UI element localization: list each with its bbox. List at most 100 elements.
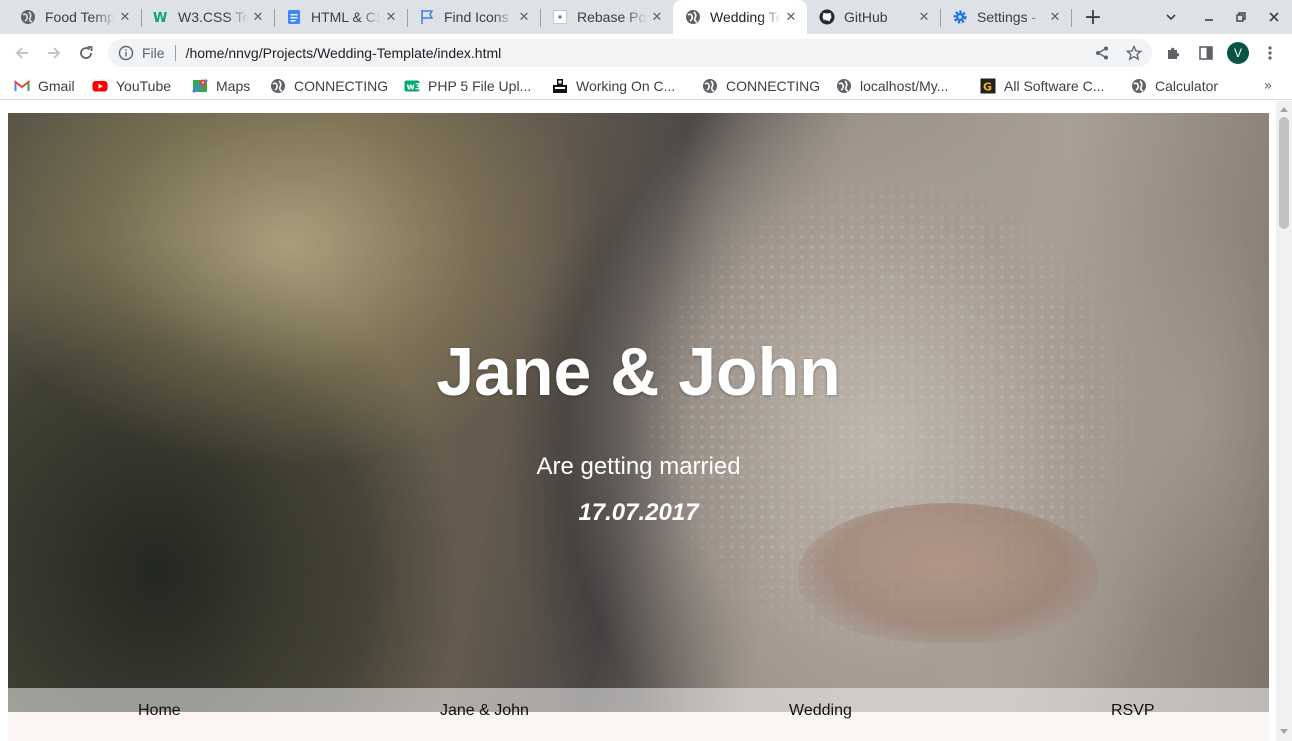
close-icon[interactable]: ✕	[1045, 7, 1065, 27]
bookmark-star-icon[interactable]	[1124, 43, 1144, 63]
bookmark-label: PHP 5 File Upl...	[428, 78, 532, 94]
bookmark-working-on[interactable]: Working On C...	[552, 76, 675, 96]
page-viewport: Jane & John Are getting married 17.07.20…	[0, 101, 1276, 741]
bookmark-label: Gmail	[38, 78, 75, 94]
address-bar[interactable]: File /home/nnvg/Projects/Wedding-Templat…	[108, 39, 1152, 67]
hero-subtitle: Are getting married	[536, 453, 741, 480]
scrollbar-thumb[interactable]	[1279, 117, 1289, 229]
side-panel-icon[interactable]	[1192, 39, 1220, 67]
globe-icon	[702, 78, 718, 94]
hero-title: Jane & John	[436, 334, 841, 410]
restore-icon[interactable]	[1229, 5, 1253, 29]
gmail-icon	[14, 78, 30, 94]
browser-toolbar: File /home/nnvg/Projects/Wedding-Templat…	[0, 34, 1292, 72]
navbar-lower-band	[8, 712, 1269, 741]
tab-rebase[interactable]: Rebase Posts ✕	[540, 0, 673, 34]
globe-icon	[685, 9, 701, 25]
extensions-puzzle-icon[interactable]	[1160, 39, 1188, 67]
page-icon	[552, 78, 568, 94]
nav-link-rsvp[interactable]: RSVP	[1111, 702, 1155, 720]
close-window-icon[interactable]	[1262, 5, 1286, 29]
tab-title: Settings -	[977, 9, 1037, 25]
globe-icon	[270, 78, 286, 94]
close-icon[interactable]: ✕	[248, 7, 268, 27]
w3schools-icon: w3	[404, 78, 420, 94]
tab-settings[interactable]: Settings - ✕	[940, 0, 1072, 34]
globe-icon	[20, 9, 36, 25]
bookmarks-overflow-button[interactable]: »	[1258, 76, 1278, 96]
close-icon[interactable]: ✕	[647, 7, 667, 27]
scroll-down-arrow-icon[interactable]	[1280, 729, 1288, 734]
w3schools-icon: W	[153, 9, 169, 25]
nav-link-home[interactable]: Home	[138, 702, 181, 720]
page-scrollbar[interactable]	[1276, 101, 1292, 741]
tab-separator	[1071, 9, 1072, 27]
tab-food-template[interactable]: Food Template ✕	[8, 0, 142, 34]
flag-icon	[419, 9, 435, 25]
bookmark-label: Maps	[216, 78, 251, 94]
bookmark-connecting-2[interactable]: CONNECTING	[702, 76, 820, 96]
maps-icon	[192, 78, 208, 94]
hero-date: 17.07.2017	[578, 499, 699, 526]
globe-icon	[836, 78, 852, 94]
minimize-icon[interactable]	[1197, 5, 1221, 29]
tab-html-css[interactable]: HTML & CSS ✕	[274, 0, 408, 34]
close-icon[interactable]: ✕	[381, 7, 401, 27]
page-icon	[552, 9, 568, 25]
reload-icon[interactable]	[72, 39, 100, 67]
close-icon[interactable]: ✕	[514, 7, 534, 27]
bookmark-localhost[interactable]: localhost/My...	[836, 76, 948, 96]
bookmark-maps[interactable]: Maps	[192, 76, 250, 96]
bookmark-youtube[interactable]: YouTube	[92, 76, 171, 96]
tab-find-icons[interactable]: Find Icons ✕	[407, 0, 541, 34]
back-arrow-icon[interactable]	[8, 39, 36, 67]
youtube-icon	[92, 78, 108, 94]
url-text[interactable]: /home/nnvg/Projects/Wedding-Template/ind…	[186, 45, 502, 61]
nav-link-jane-john[interactable]: Jane & John	[440, 702, 529, 720]
g-icon: G	[980, 78, 996, 94]
tab-wedding-template[interactable]: Wedding Template ✕	[673, 0, 807, 34]
bookmark-connecting-1[interactable]: CONNECTING	[270, 76, 388, 96]
bookmark-gmail[interactable]: Gmail	[14, 76, 75, 96]
bookmark-label: Calculator	[1155, 78, 1219, 94]
gear-icon	[952, 9, 968, 25]
svg-text:W: W	[153, 11, 167, 25]
tab-strip: Food Template ✕ W W3.CSS Templates ✕ HTM…	[0, 0, 1292, 34]
tab-w3css[interactable]: W W3.CSS Templates ✕	[141, 0, 275, 34]
tab-title: W3.CSS Templates	[178, 9, 248, 25]
tab-title: Wedding Template	[710, 9, 781, 25]
github-icon	[819, 9, 835, 25]
share-icon[interactable]	[1092, 43, 1112, 63]
close-icon[interactable]: ✕	[914, 7, 934, 27]
tab-title: Rebase Posts	[577, 9, 647, 25]
tab-search-chevron-icon[interactable]	[1159, 5, 1183, 29]
hero-section: Jane & John Are getting married 17.07.20…	[8, 113, 1269, 713]
globe-icon	[1131, 78, 1147, 94]
tab-title: Find Icons	[444, 9, 509, 25]
close-icon[interactable]: ✕	[781, 7, 801, 27]
new-tab-button[interactable]: +	[1081, 5, 1105, 30]
tab-title: GitHub	[844, 9, 888, 25]
tab-title: Food Template	[45, 9, 115, 25]
svg-text:G: G	[983, 81, 992, 94]
info-icon[interactable]	[118, 45, 134, 61]
tab-title: HTML & CSS	[311, 9, 381, 25]
bookmark-label: CONNECTING	[726, 78, 821, 94]
forward-arrow-icon[interactable]	[40, 39, 68, 67]
nav-link-wedding[interactable]: Wedding	[789, 702, 852, 720]
bookmark-calculator[interactable]: Calculator	[1131, 76, 1218, 96]
bookmark-label: All Software C...	[1004, 78, 1105, 94]
menu-kebab-icon[interactable]	[1256, 39, 1284, 67]
bookmark-php-upload[interactable]: w3 PHP 5 File Upl...	[404, 76, 531, 96]
bookmark-label: YouTube	[116, 78, 172, 94]
site-navbar: Home Jane & John Wedding RSVP	[8, 688, 1269, 741]
bookmark-all-software[interactable]: G All Software C...	[980, 76, 1104, 96]
profile-avatar[interactable]: V	[1227, 42, 1249, 64]
bookmarks-bar: Gmail YouTube Maps CONNECTING w3 PHP 5 F…	[0, 72, 1292, 100]
docs-icon	[286, 9, 302, 25]
tab-github[interactable]: GitHub ✕	[807, 0, 941, 34]
close-icon[interactable]: ✕	[115, 7, 135, 27]
scroll-up-arrow-icon[interactable]	[1280, 107, 1288, 112]
bookmark-label: CONNECTING	[294, 78, 389, 94]
svg-text:w3: w3	[407, 83, 421, 93]
